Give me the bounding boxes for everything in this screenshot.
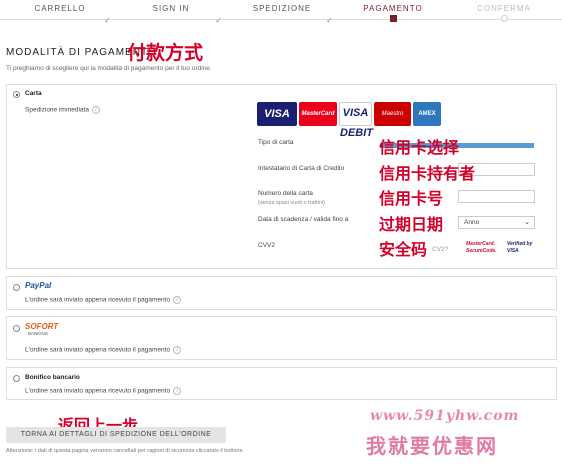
cvv-annotation: 安全码 <box>379 240 428 259</box>
checkout-steps: CARRELLO ✓ SIGN IN ✓ SPEDIZIONE ✓ PAGAME… <box>0 0 562 26</box>
paypal-text: L'ordine sarà inviato appena ricevuto il… <box>25 296 182 304</box>
step-confirm-circle-icon <box>501 15 508 22</box>
step-cart-check-icon: ✓ <box>104 16 112 25</box>
verified-by-visa-badge: Verified by VISA <box>507 241 533 254</box>
step-payment-active-icon <box>390 15 397 22</box>
security-footnote: Attenzione: i dati di questa pagina verr… <box>6 448 245 454</box>
expiry-label: Data di scadenza / valida fino a <box>258 216 349 223</box>
card-radio[interactable] <box>13 91 20 98</box>
sofort-text: L'ordine sarà inviato appena ricevuto il… <box>25 346 182 354</box>
step-cart[interactable]: CARRELLO <box>10 4 110 13</box>
watermark-text: 我就要优惠网 <box>366 434 498 458</box>
back-to-shipping-button[interactable]: TORNA AI DETTAGLI DI SPEDIZIONE DELL'ORD… <box>6 427 226 443</box>
amex-logo: AMEX <box>413 102 441 126</box>
info-icon[interactable]: i <box>173 296 182 304</box>
bank-text: L'ordine sarà inviato appena ricevuto il… <box>25 387 182 395</box>
step-confirm: CONFERMA <box>477 4 531 13</box>
bank-option-panel: Bonifico bancario L'ordine sarà inviato … <box>6 367 557 400</box>
sofort-radio[interactable] <box>13 325 20 332</box>
number-annotation: 信用卡号 <box>379 189 444 208</box>
info-icon[interactable]: i <box>173 387 182 395</box>
maestro-logo: Maestro <box>374 102 411 126</box>
chevron-down-icon: ⌄ <box>524 219 530 226</box>
card-option-label: Carta <box>25 90 42 97</box>
mastercard-securecode-badge: MasterCard. SecureCode. <box>466 241 497 254</box>
bank-option-label: Bonifico bancario <box>25 374 80 381</box>
card-type-label: Tipo di carta <box>258 139 294 146</box>
step-sign-in[interactable]: SIGN IN <box>121 4 221 13</box>
number-hint: (senza spazi vuoti o trattini) <box>258 200 325 206</box>
step-shipping-check-icon: ✓ <box>326 16 334 25</box>
mastercard-logo: MasterCard <box>299 102 337 126</box>
paypal-radio[interactable] <box>13 284 20 291</box>
visa-debit-logo: VISA DEBIT <box>339 102 373 139</box>
holder-annotation: 信用卡持有者 <box>379 164 476 183</box>
sofort-banking-label: BANKING <box>28 331 49 336</box>
cvv-label: CVV2 <box>258 242 275 249</box>
info-icon[interactable]: i <box>173 346 182 354</box>
step-payment: PAGAMENTO <box>363 4 423 13</box>
visa-logo: VISA <box>257 102 297 126</box>
card-shipping-text: Spedizione immediata i <box>25 106 100 114</box>
number-input[interactable] <box>458 190 535 203</box>
info-icon[interactable]: i <box>91 106 100 114</box>
step-signin-check-icon: ✓ <box>215 16 223 25</box>
sofort-option-panel: SOFORT BANKING L'ordine sarà inviato app… <box>6 316 557 360</box>
bank-radio[interactable] <box>13 375 20 382</box>
paypal-option-panel: PayPal L'ordine sarà inviato appena rice… <box>6 276 557 310</box>
year-select[interactable]: Anno ⌄ <box>458 216 535 229</box>
watermark-url: www.591yhw.com <box>370 408 520 424</box>
title-annotation: 付款方式 <box>127 42 204 64</box>
cvv-help-link[interactable]: CV2? <box>432 246 448 253</box>
holder-label: Intestatario di Carta di Credito <box>258 165 345 172</box>
step-shipping[interactable]: SPEDIZIONE <box>232 4 332 13</box>
sofort-logo: SOFORT <box>25 322 59 331</box>
number-label: Numero della carta <box>258 190 313 197</box>
expiry-annotation: 过期日期 <box>379 215 444 234</box>
card-type-annotation: 信用卡选择 <box>379 138 460 157</box>
paypal-logo: PayPal <box>25 281 52 290</box>
page-subtitle: Ti preghiamo di scegliere qui la modalit… <box>6 65 212 72</box>
